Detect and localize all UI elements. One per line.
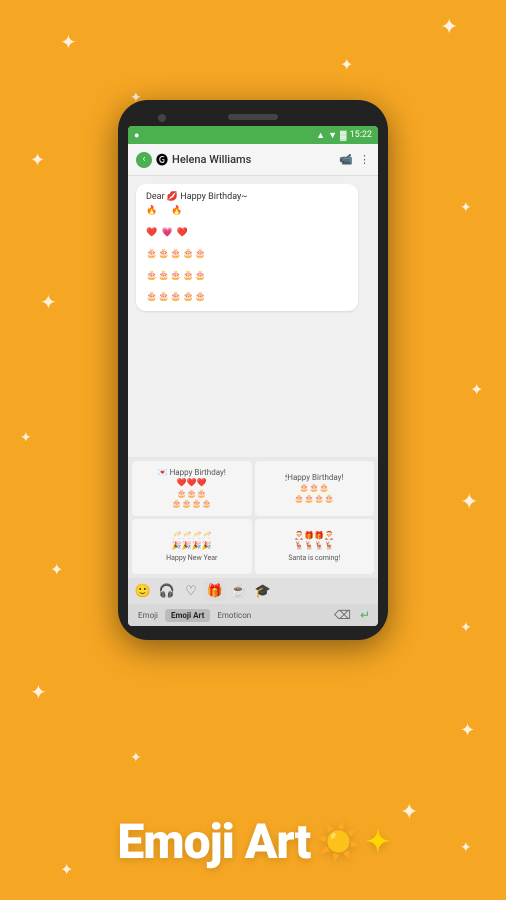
emoji-art-content: 🔥 🔥 ❤️ 💗 ❤️ 🎂🎂🎂🎂🎂 🎂🎂🎂🎂🎂 🎂🎂🎂🎂🎂 bbox=[146, 206, 348, 303]
sparkle-9: ✦ bbox=[460, 490, 478, 515]
more-options-icon[interactable]: ⋮ bbox=[359, 153, 370, 166]
art-tile-santa[interactable]: 🎅🎁🎁🎅🦌🦌🦌🦌 Santa is coming! bbox=[255, 519, 375, 574]
phone-camera bbox=[158, 114, 166, 122]
wifi-icon: ▼ bbox=[328, 130, 337, 141]
video-call-icon[interactable]: 📹 bbox=[339, 153, 353, 166]
cup-icon-btn[interactable]: ☕ bbox=[228, 581, 250, 601]
keyboard-icon-row: 🙂 🎧 ♡ 🎁 ☕ 🎓 bbox=[128, 578, 378, 604]
google-hangouts-icon: ● bbox=[134, 130, 139, 141]
art-tile-emoji-new-year: 🥂🥂🥂🥂🎉🎉🎉🎉 bbox=[172, 531, 212, 552]
art-tile-emoji-birthday2: 🕯Happy Birthday!🎂🎂🎂🎂🎂🎂🎂 bbox=[285, 473, 344, 504]
sparkle-5: ✦ bbox=[460, 200, 472, 216]
status-bar: ● ▲ ▼ ▓ 15:22 bbox=[128, 126, 378, 144]
chat-header-right: 📹 ⋮ bbox=[339, 153, 370, 166]
sparkle-6: ✦ bbox=[40, 290, 57, 314]
art-tile-new-year[interactable]: 🥂🥂🥂🥂🎉🎉🎉🎉 Happy New Year bbox=[132, 519, 252, 574]
status-bar-right: ▲ ▼ ▓ 15:22 bbox=[316, 130, 372, 141]
delete-button[interactable]: ⌫ bbox=[330, 606, 355, 624]
sparkle-14: ✦ bbox=[130, 750, 142, 766]
tab-emoji[interactable]: Emoji bbox=[132, 609, 164, 622]
hangouts-icon: 🅖 bbox=[156, 151, 168, 168]
sparkle-4: ✦ bbox=[30, 150, 45, 171]
sparkle-11: ✦ bbox=[460, 620, 472, 636]
battery-icon: ▓ bbox=[340, 130, 347, 141]
phone-screen: ● ▲ ▼ ▓ 15:22 ‹ 🅖 Helena Williams 📹 ⋮ bbox=[128, 126, 378, 626]
message-bubble: Dear 💋 Happy Birthday~ 🔥 🔥 ❤️ 💗 ❤️ 🎂🎂🎂🎂🎂… bbox=[136, 184, 358, 311]
sparkle-0: ✦ bbox=[60, 30, 77, 54]
sticker-icon-btn[interactable]: 🎧 bbox=[156, 581, 178, 601]
app-title-text: Emoji Art bbox=[117, 813, 310, 870]
chat-header-left: ‹ 🅖 Helena Williams bbox=[136, 151, 251, 168]
back-button[interactable]: ‹ bbox=[136, 152, 152, 168]
message-text: Dear 💋 Happy Birthday~ bbox=[146, 192, 348, 202]
art-tile-birthday1[interactable]: 💌 Happy Birthday!❤️❤️❤️🎂🎂🎂🎂🎂🎂🎂 bbox=[132, 461, 252, 516]
phone-top-bar bbox=[128, 114, 378, 120]
phone-frame: ● ▲ ▼ ▓ 15:22 ‹ 🅖 Helena Williams 📹 ⋮ bbox=[118, 100, 388, 640]
art-tile-label-santa: Santa is coming! bbox=[288, 554, 340, 562]
tab-emoticon[interactable]: Emoticon bbox=[211, 609, 257, 622]
gift-icon-btn[interactable]: 🎁 bbox=[204, 581, 226, 601]
sparkle-1: ✦ bbox=[340, 55, 353, 74]
chat-header: ‹ 🅖 Helena Williams 📹 ⋮ bbox=[128, 144, 378, 176]
app-title: Emoji Art ☀️ ✦ bbox=[117, 813, 388, 870]
title-sparkle-icon: ✦ bbox=[366, 825, 388, 858]
contact-name: Helena Williams bbox=[172, 153, 251, 166]
art-tile-label-new-year: Happy New Year bbox=[166, 554, 217, 562]
return-button[interactable]: ↵ bbox=[356, 606, 374, 624]
sparkle-13: ✦ bbox=[460, 720, 475, 741]
sparkle-15: ✦ bbox=[400, 800, 418, 825]
heart-icon-btn[interactable]: ♡ bbox=[180, 581, 202, 601]
sparkle-7: ✦ bbox=[470, 380, 483, 399]
emoji-icon-btn[interactable]: 🙂 bbox=[132, 581, 154, 601]
sparkle-2: ✦ bbox=[440, 15, 458, 40]
sparkle-8: ✦ bbox=[20, 430, 32, 446]
sparkle-10: ✦ bbox=[50, 560, 63, 579]
art-tile-emoji-santa: 🎅🎁🎁🎅🦌🦌🦌🦌 bbox=[294, 531, 334, 552]
sun-icon: ☀️ bbox=[316, 821, 360, 863]
keyboard-type-tabs: Emoji Emoji Art Emoticon ⌫ ↵ bbox=[128, 604, 378, 626]
chat-area: Dear 💋 Happy Birthday~ 🔥 🔥 ❤️ 💗 ❤️ 🎂🎂🎂🎂🎂… bbox=[128, 176, 378, 457]
emoji-art-panel: 💌 Happy Birthday!❤️❤️❤️🎂🎂🎂🎂🎂🎂🎂 🕯Happy Bi… bbox=[128, 457, 378, 578]
sparkle-16: ✦ bbox=[60, 860, 73, 879]
signal-icon: ▲ bbox=[316, 130, 325, 141]
status-bar-left: ● bbox=[134, 130, 139, 141]
sparkle-17: ✦ bbox=[460, 840, 472, 856]
time-display: 15:22 bbox=[350, 130, 372, 140]
tab-emoji-art[interactable]: Emoji Art bbox=[165, 609, 210, 622]
art-tile-birthday2[interactable]: 🕯Happy Birthday!🎂🎂🎂🎂🎂🎂🎂 bbox=[255, 461, 375, 516]
art-tile-emoji-birthday1: 💌 Happy Birthday!❤️❤️❤️🎂🎂🎂🎂🎂🎂🎂 bbox=[158, 468, 226, 510]
phone-speaker bbox=[228, 114, 278, 120]
hat-icon-btn[interactable]: 🎓 bbox=[252, 581, 274, 601]
sparkle-12: ✦ bbox=[30, 680, 47, 704]
